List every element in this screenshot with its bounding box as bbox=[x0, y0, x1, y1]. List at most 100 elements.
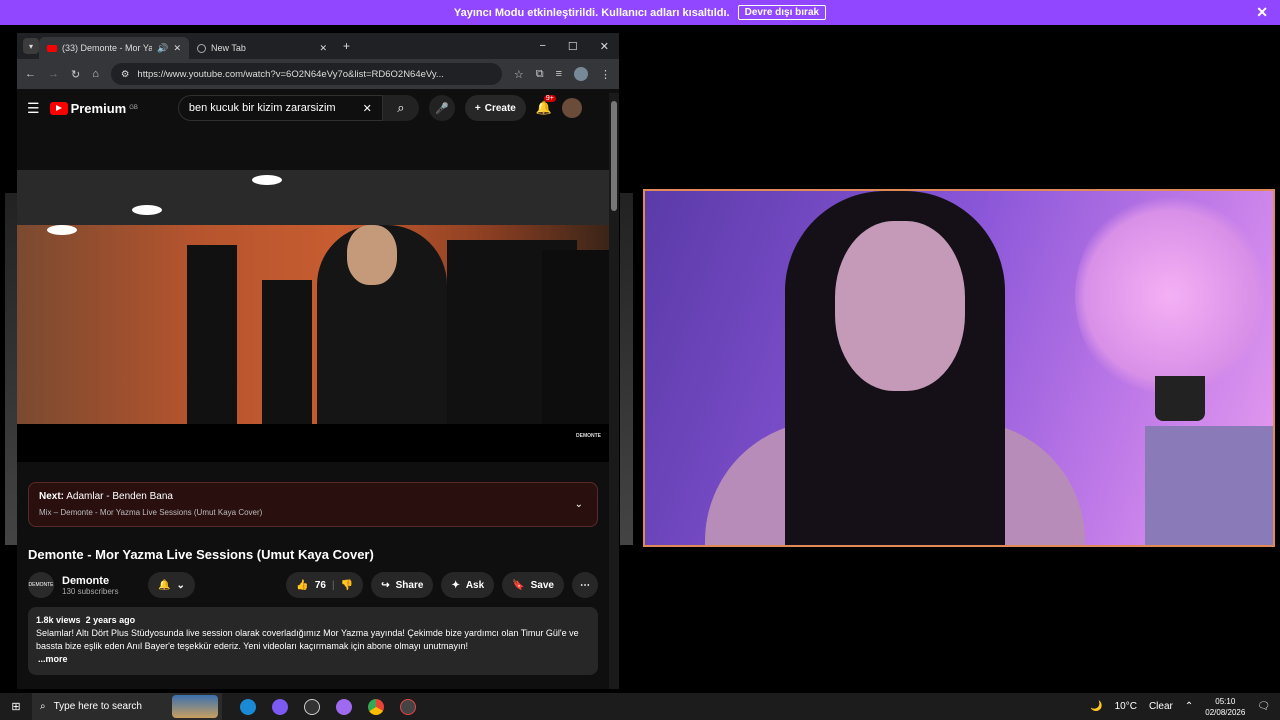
app-icon[interactable] bbox=[336, 698, 352, 715]
back-icon[interactable]: ← bbox=[25, 68, 36, 80]
url-field[interactable]: ⚙ https://www.youtube.com/watch?v=6O2N64… bbox=[110, 63, 502, 85]
weather-temp[interactable]: 10°C bbox=[1115, 701, 1137, 712]
logo-text: Premium bbox=[70, 100, 127, 116]
notification-center-icon[interactable]: 🗨 bbox=[1257, 701, 1270, 712]
streamer-face bbox=[835, 221, 965, 391]
search-input[interactable]: ben kucuk bir kizim zararsizim ✕ bbox=[177, 95, 383, 121]
reload-icon[interactable]: ↻ bbox=[71, 68, 80, 81]
notification-bell-button[interactable]: 🔔 ⌄ bbox=[148, 572, 195, 598]
maximize-icon[interactable]: ☐ bbox=[568, 40, 578, 53]
account-avatar[interactable] bbox=[562, 98, 583, 118]
disable-streamer-mode-button[interactable]: Devre dışı bırak bbox=[737, 5, 827, 20]
home-icon[interactable]: ⌂ bbox=[92, 68, 99, 80]
youtube-logo[interactable]: Premium GB bbox=[49, 100, 138, 116]
globe-icon bbox=[197, 43, 206, 53]
youtube-play-logo-icon bbox=[49, 101, 68, 115]
tab-close-icon[interactable]: ✕ bbox=[319, 43, 327, 54]
tab-youtube[interactable]: (33) Demonte - Mor Yazma 🔊 ✕ bbox=[39, 37, 189, 59]
next-up-panel[interactable]: Next: Adamlar - Benden Bana Mix – Demont… bbox=[28, 482, 598, 527]
drawer-cabinet bbox=[1145, 426, 1273, 545]
site-info-icon[interactable]: ⚙ bbox=[121, 69, 130, 80]
thumbs-down-icon[interactable]: 👎 bbox=[341, 580, 353, 591]
video-light bbox=[252, 175, 282, 185]
channel-avatar[interactable]: DEMONTE bbox=[28, 572, 54, 598]
create-button[interactable]: + Create bbox=[464, 95, 526, 121]
share-button[interactable]: ↪ Share bbox=[371, 572, 434, 598]
bookmark-star-icon[interactable]: ☆ bbox=[514, 68, 524, 81]
windows-taskbar: ⊞ ⌕ Type here to search 🌙 10°C Clear ⌃ 0… bbox=[0, 693, 1280, 720]
search-icon: ⌕ bbox=[397, 100, 405, 115]
menu-icon[interactable]: ⋮ bbox=[600, 68, 611, 81]
tab-new-tab[interactable]: New Tab ✕ bbox=[189, 37, 335, 59]
browser-window: ▾ (33) Demonte - Mor Yazma 🔊 ✕ New Tab ✕… bbox=[17, 33, 619, 689]
tab-close-icon[interactable]: ✕ bbox=[173, 43, 181, 54]
system-tray: 🌙 10°C Clear ⌃ 05:10 02/08/2026 🗨 bbox=[1090, 696, 1280, 718]
weather-condition[interactable]: Clear bbox=[1149, 701, 1173, 712]
profile-avatar-icon[interactable] bbox=[574, 67, 588, 81]
show-more-link[interactable]: ...more bbox=[38, 653, 590, 666]
tab-title: (33) Demonte - Mor Yazma bbox=[62, 43, 153, 53]
bell-icon: 🔔 bbox=[158, 579, 171, 591]
thumbs-up-icon: 👍 bbox=[296, 579, 309, 591]
share-label: Share bbox=[395, 579, 424, 591]
more-actions-button[interactable]: ⋯ bbox=[572, 572, 598, 598]
video-bottom-bar: DEMONTE bbox=[17, 424, 609, 462]
microphone-icon: 🎤 bbox=[435, 102, 449, 115]
clock[interactable]: 05:10 02/08/2026 bbox=[1205, 696, 1245, 718]
forward-icon[interactable]: → bbox=[48, 68, 59, 80]
subscriber-count: 130 subscribers bbox=[62, 586, 119, 596]
youtube-header: ☰ Premium GB ben kucuk bir kizim zararsi… bbox=[17, 89, 619, 127]
channel-name[interactable]: Demonte bbox=[62, 575, 140, 587]
discord-icon[interactable] bbox=[272, 698, 288, 715]
notifications-button[interactable]: 🔔 9+ bbox=[536, 95, 556, 116]
performance-icon[interactable] bbox=[304, 698, 320, 715]
scrollbar-thumb[interactable] bbox=[611, 101, 617, 211]
minimize-icon[interactable]: − bbox=[539, 40, 545, 53]
sparkle-icon: ✦ bbox=[451, 579, 460, 591]
channel-row: DEMONTE Demonte 130 subscribers 🔔 ⌄ 👍 76… bbox=[28, 570, 598, 600]
video-brand: DEMONTE bbox=[576, 433, 601, 439]
taskbar-search-input[interactable]: ⌕ Type here to search bbox=[32, 693, 222, 720]
voice-search-button[interactable]: 🎤 bbox=[428, 95, 455, 121]
next-subtitle: Mix – Demonte - Mor Yazma Live Sessions … bbox=[39, 508, 263, 517]
taskbar-search-placeholder: Type here to search bbox=[53, 701, 142, 712]
like-count: 76 bbox=[314, 579, 326, 591]
media-control-icon[interactable]: ≡ bbox=[556, 68, 562, 80]
video-light bbox=[47, 225, 77, 235]
edge-icon[interactable] bbox=[240, 698, 256, 715]
chrome-icon[interactable] bbox=[368, 698, 384, 715]
plant-pot bbox=[1155, 376, 1205, 421]
tab-strip: ▾ (33) Demonte - Mor Yazma 🔊 ✕ New Tab ✕… bbox=[17, 33, 619, 59]
like-button[interactable]: 👍 76 | 👎 bbox=[286, 572, 364, 598]
search-button[interactable]: ⌕ bbox=[382, 95, 419, 121]
close-icon[interactable]: ✕ bbox=[1256, 4, 1268, 21]
logo-region: GB bbox=[129, 105, 138, 111]
clear-search-icon[interactable]: ✕ bbox=[363, 102, 372, 115]
search-highlight-image bbox=[172, 695, 218, 718]
chevron-down-icon[interactable]: ⌄ bbox=[575, 499, 583, 510]
new-tab-icon[interactable]: + bbox=[343, 39, 350, 53]
description-text: Selamlar! Altı Dört Plus Stüdyosunda liv… bbox=[36, 628, 579, 651]
close-window-icon[interactable]: ✕ bbox=[600, 40, 609, 53]
channel-info: Demonte 130 subscribers bbox=[62, 575, 140, 596]
page-scrollbar[interactable] bbox=[609, 93, 619, 689]
moon-weather-icon: 🌙 bbox=[1090, 701, 1103, 712]
divider: | bbox=[331, 579, 335, 591]
acoustic-panel bbox=[262, 280, 312, 424]
extensions-icon[interactable]: ⧉ bbox=[536, 68, 544, 81]
chevron-up-icon[interactable]: ⌃ bbox=[1185, 701, 1193, 712]
speaker-icon[interactable]: 🔊 bbox=[157, 43, 168, 54]
tab-search-icon[interactable]: ▾ bbox=[23, 38, 39, 54]
ask-button[interactable]: ✦ Ask bbox=[441, 572, 495, 598]
hamburger-menu-icon[interactable]: ☰ bbox=[27, 100, 40, 117]
obs-icon[interactable] bbox=[400, 698, 416, 715]
save-button[interactable]: 🔖 Save bbox=[502, 572, 564, 598]
more-icon: ⋯ bbox=[580, 579, 590, 591]
window-controls: − ☐ ✕ bbox=[539, 40, 619, 53]
video-player[interactable] bbox=[17, 170, 609, 424]
description-box[interactable]: 1.8k views 2 years ago Selamlar! Altı Dö… bbox=[28, 607, 598, 675]
pinned-apps bbox=[240, 698, 416, 715]
chevron-down-icon: ⌄ bbox=[176, 579, 185, 591]
windows-start-icon[interactable]: ⊞ bbox=[0, 700, 32, 713]
cherry-blossom-lamp bbox=[1075, 191, 1265, 401]
